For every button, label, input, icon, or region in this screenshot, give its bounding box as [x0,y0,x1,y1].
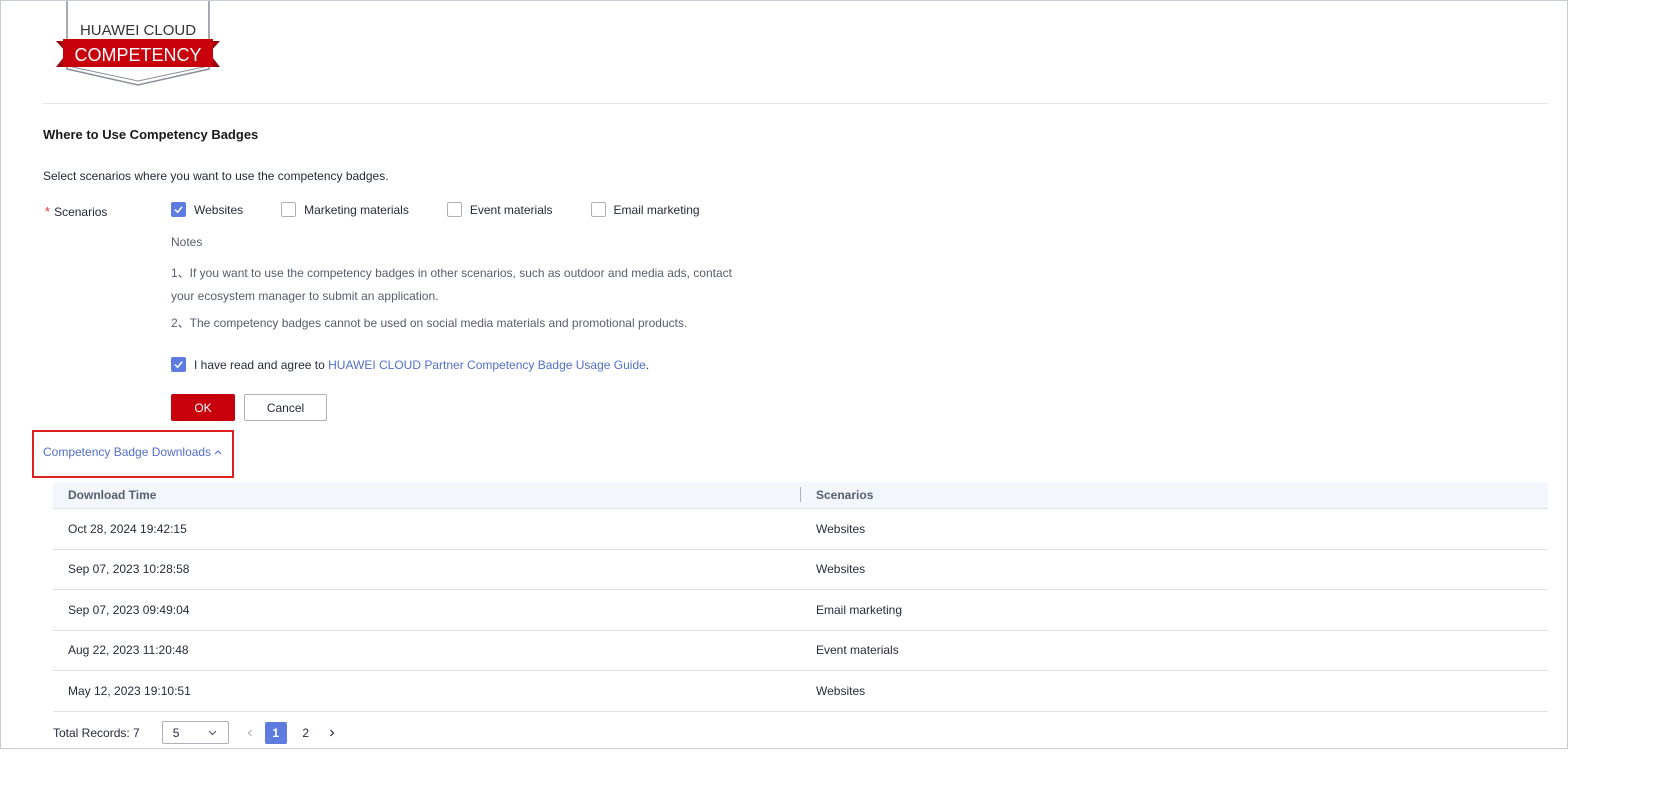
table-row: May 12, 2023 19:10:51 Websites [53,671,1548,712]
agreement-row: I have read and agree to HUAWEI CLOUD Pa… [171,357,649,372]
pagination: Total Records: 7 5 1 2 [53,721,343,744]
cell-download-time: Sep 07, 2023 09:49:04 [68,602,190,617]
required-mark: * [45,204,51,219]
agreement-text: I have read and agree to [194,357,325,372]
table-row: Oct 28, 2024 19:42:15 Websites [53,509,1548,550]
table-row: Sep 07, 2023 09:49:04 Email marketing [53,590,1548,631]
svg-text:COMPETENCY: COMPETENCY [74,45,201,65]
section-title: Where to Use Competency Badges [43,127,259,142]
checkbox-checked-icon[interactable] [171,202,186,217]
checkbox-label: Marketing materials [304,202,409,217]
cell-download-time: Oct 28, 2024 19:42:15 [68,521,187,536]
checkbox-label: Email marketing [613,202,700,217]
badge-downloads-toggle[interactable]: Competency Badge Downloads [43,445,223,459]
cell-scenario: Websites [816,683,866,698]
huawei-cloud-competency-logo: HUAWEI CLOUD COMPETENCY [56,1,220,86]
agreement-checkbox[interactable] [171,357,186,372]
cancel-button[interactable]: Cancel [244,394,327,421]
page-button-1[interactable]: 1 [264,721,287,744]
ok-button[interactable]: OK [171,394,235,421]
chevron-down-icon [208,730,217,736]
chevron-left-icon [247,729,252,736]
badge-downloads-label: Competency Badge Downloads [43,445,212,459]
checkbox-websites[interactable]: Websites [171,202,243,217]
cell-download-time: Sep 07, 2023 10:28:58 [68,562,190,577]
column-header-scenarios: Scenarios [816,488,874,502]
usage-guide-link[interactable]: HUAWEI CLOUD Partner Competency Badge Us… [328,358,646,372]
cell-download-time: Aug 22, 2023 11:20:48 [68,643,189,658]
page-button-2[interactable]: 2 [295,722,317,744]
checkbox-marketing-materials[interactable]: Marketing materials [281,202,409,217]
checkbox-unchecked-icon[interactable] [590,202,606,217]
table-header: Download Time Scenarios [53,482,1548,509]
page-frame: HUAWEI CLOUD COMPETENCY Where to Use Com… [0,0,1568,749]
note-item: 2、The competency badges cannot be used o… [171,316,688,330]
cell-scenario: Websites [816,562,866,577]
page-size-value: 5 [172,725,180,740]
chevron-right-icon [329,729,335,736]
checkbox-unchecked-icon[interactable] [446,202,462,217]
notes-title: Notes [171,235,203,249]
scenarios-label-text: Scenarios [54,205,108,219]
checkbox-label: Websites [194,202,244,217]
chevron-up-icon [214,450,222,455]
downloads-table: Download Time Scenarios Oct 28, 2024 19:… [53,482,1548,712]
note-item: 1、If you want to use the competency badg… [171,266,733,303]
scenario-checkbox-group: Websites Marketing materials Event mater… [171,202,738,217]
column-header-download-time: Download Time [53,487,801,502]
cell-scenario: Event materials [816,643,899,658]
table-row: Aug 22, 2023 11:20:48 Event materials [53,631,1548,671]
prev-page-button[interactable] [239,722,261,744]
scenarios-label: * Scenarios [45,204,107,219]
table-row: Sep 07, 2023 10:28:58 Websites [53,550,1548,590]
page-size-select[interactable]: 5 [161,721,229,744]
checkbox-event-materials[interactable]: Event materials [446,202,553,217]
cell-scenario: Websites [816,521,866,536]
total-records: Total Records: 7 [53,725,140,740]
section-description: Select scenarios where you want to use t… [43,169,389,183]
checkbox-unchecked-icon[interactable] [281,202,297,217]
cell-scenario: Email marketing [816,602,903,617]
next-page-button[interactable] [321,722,343,744]
checkbox-label: Event materials [469,202,553,217]
checkbox-email-marketing[interactable]: Email marketing [590,202,700,217]
section-divider [43,103,1548,104]
agreement-period: . [645,357,650,372]
cell-download-time: May 12, 2023 19:10:51 [68,683,191,698]
svg-text:HUAWEI CLOUD: HUAWEI CLOUD [80,22,196,39]
